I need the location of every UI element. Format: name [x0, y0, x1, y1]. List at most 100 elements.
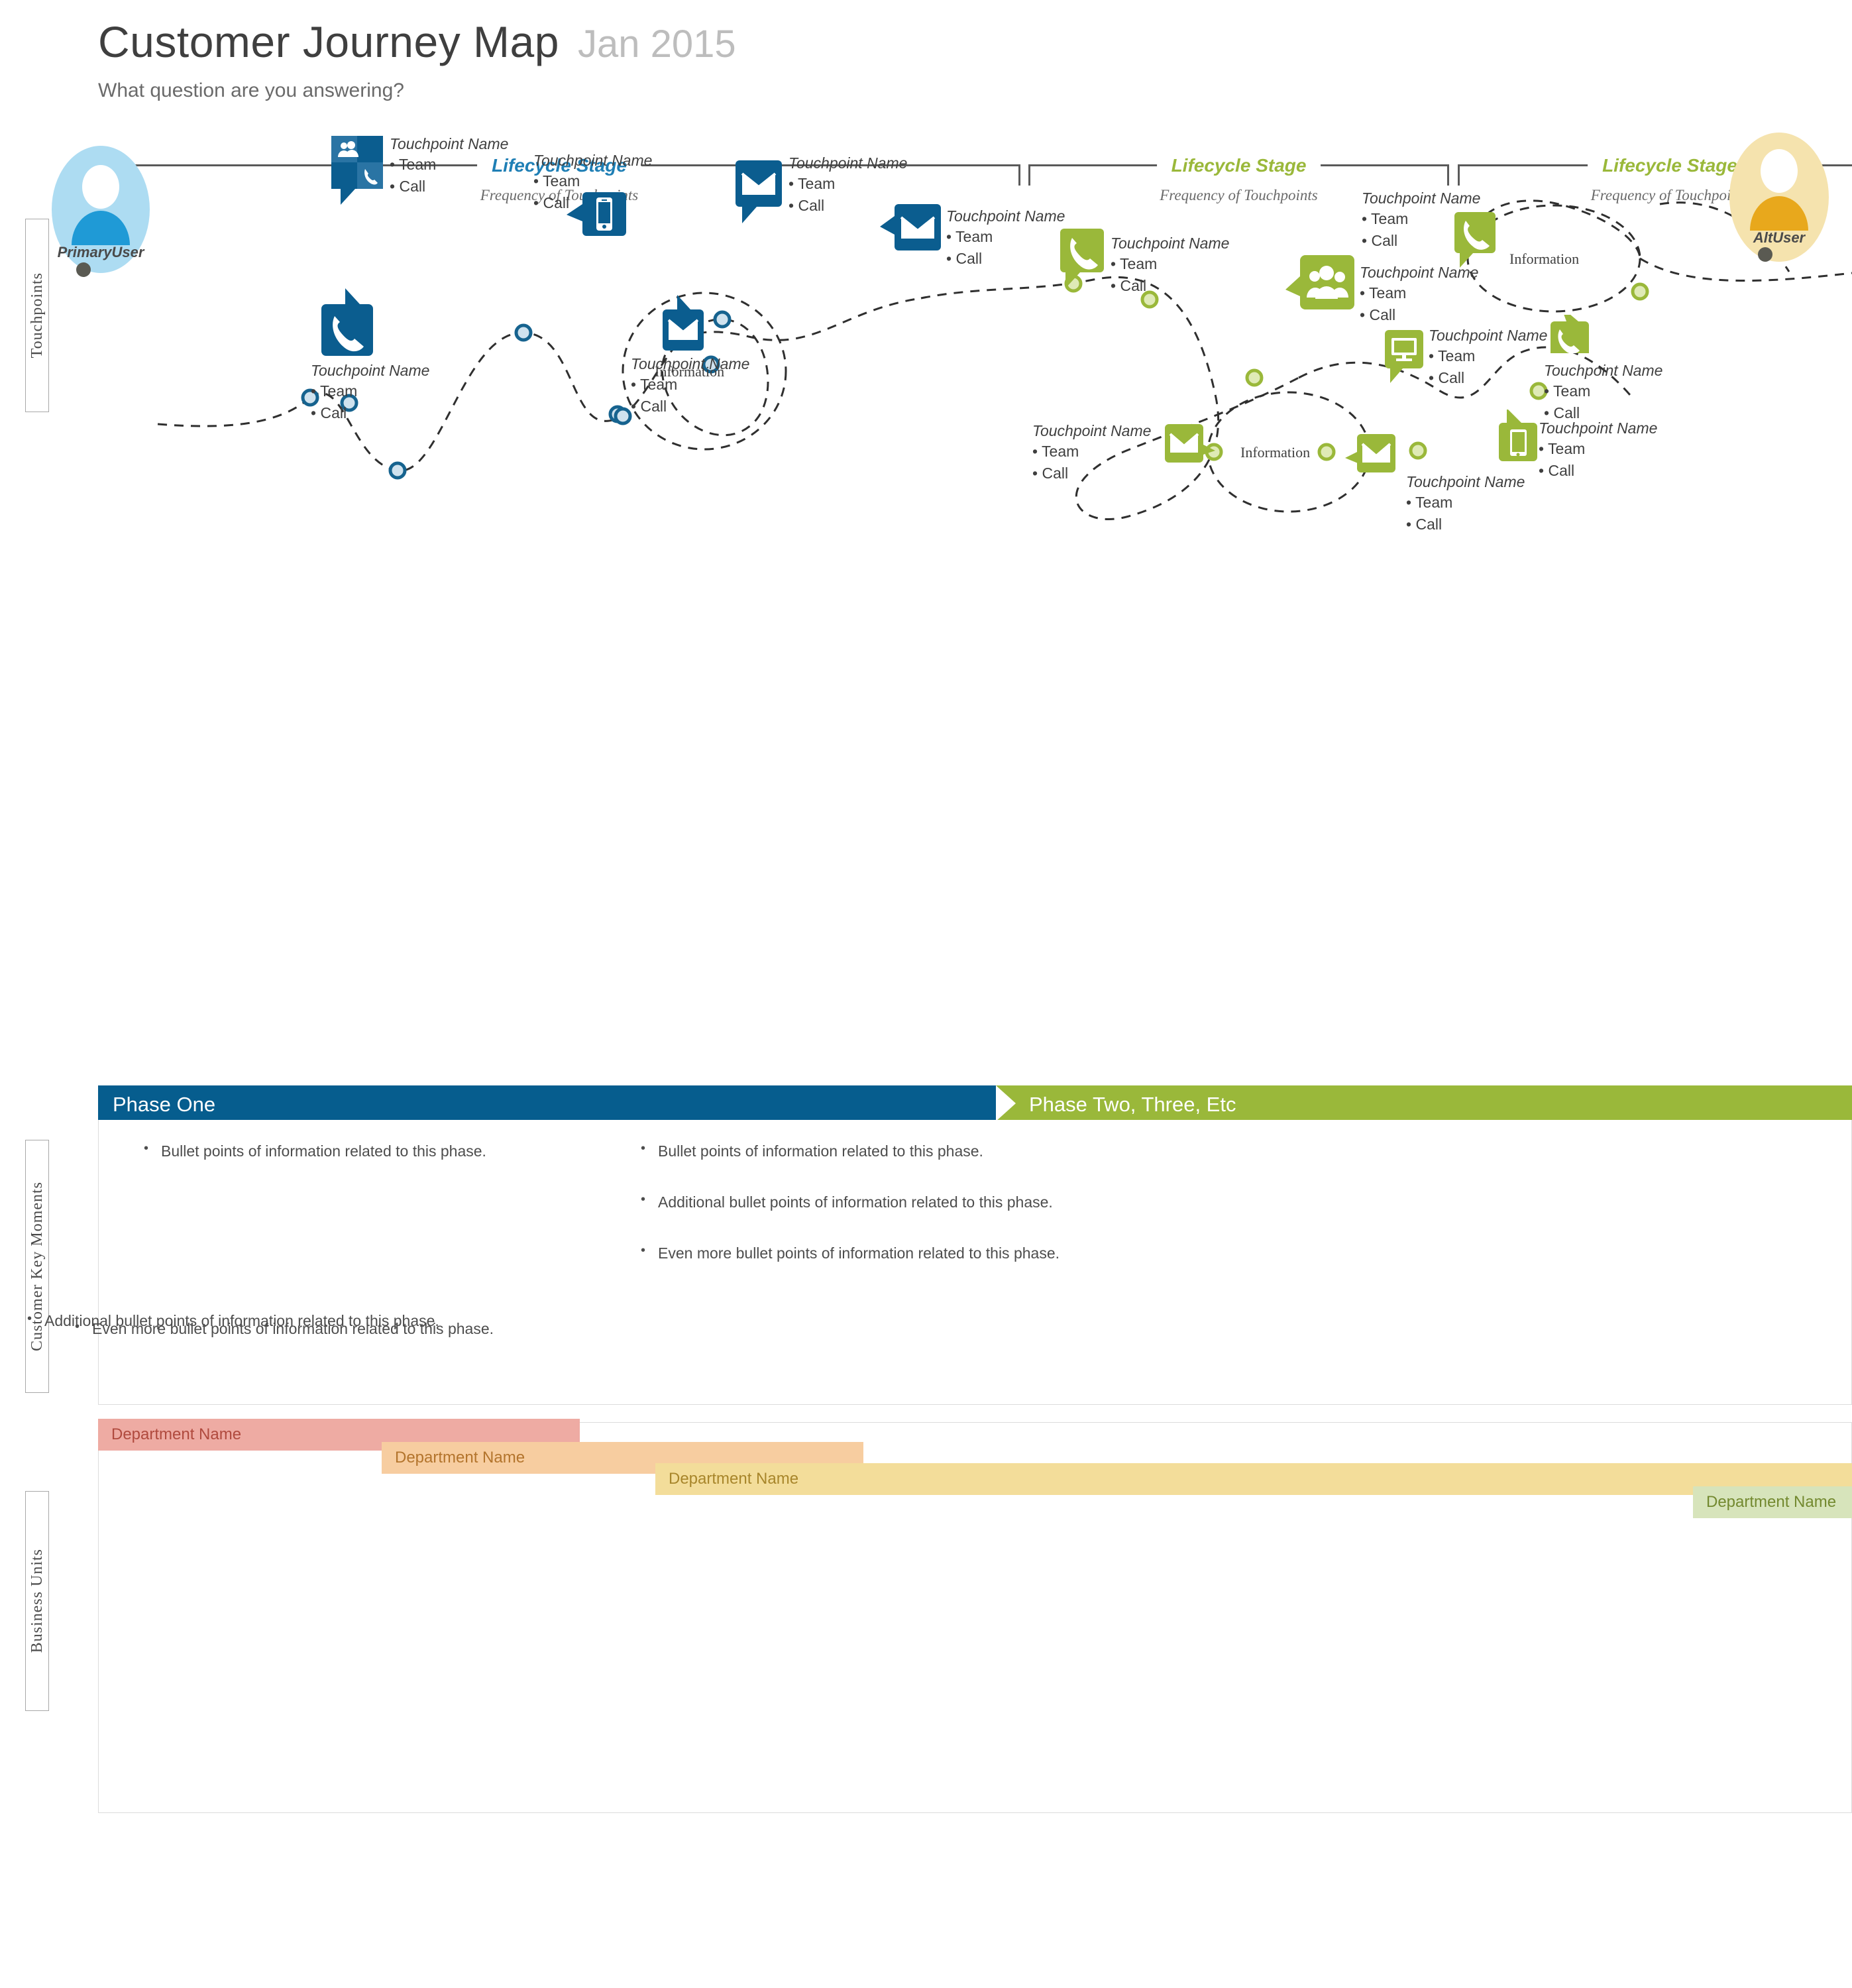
touchpoint-item: • Team — [1539, 439, 1586, 457]
phase-two-label: Phase Two, Three, Etc — [1029, 1093, 1236, 1116]
phase-two-bullets: Bullet points of information related to … — [635, 1141, 1060, 1296]
page-subtitle: What question are you answering? — [98, 80, 404, 101]
phase-header-bar: Phase One Phase Two, Three, Etc — [98, 1085, 1852, 1121]
bullet-item: Bullet points of information related to … — [635, 1141, 1060, 1160]
stage-tick-left — [1458, 164, 1460, 186]
persona-name: PrimaryUser — [57, 244, 144, 260]
page-header: Customer Journey Map Jan 2015 What quest… — [98, 20, 736, 102]
envelope-icon — [735, 160, 782, 223]
department-name: Department Name — [1706, 1493, 1837, 1511]
rail-key-moments: Customer Key Moments — [25, 1140, 49, 1393]
department-bar-3[interactable]: Department Name — [655, 1463, 1852, 1495]
touchpoint-item: • Team — [789, 174, 836, 192]
touchpoint-11[interactable]: Touchpoint Name • Team • Call — [1537, 315, 1662, 421]
bullet-item: Even more bullet points of information r… — [635, 1243, 1060, 1262]
customer-key-moments-panel: Bullet points of information related to … — [27, 1120, 1852, 1405]
phone-icon — [1537, 315, 1589, 353]
touchpoint-item: • Team — [311, 382, 358, 400]
bullet-item: Bullet points of information related to … — [138, 1141, 486, 1160]
touchpoint-1[interactable]: Touchpoint Name • Team • Call — [331, 135, 508, 205]
touchpoint-item: • Call — [533, 194, 570, 212]
phone-icon — [1060, 229, 1104, 288]
touchpoint-name: Touchpoint Name — [946, 207, 1065, 225]
touchpoint-label: Touchpoint Name • Team • Call — [1406, 472, 1525, 535]
touchpoint-label: Touchpoint Name • Team • Call — [1429, 326, 1547, 389]
journey-canvas: PrimaryUser AltUser Information Informat… — [0, 133, 1852, 1027]
department-name: Department Name — [669, 1470, 799, 1488]
rail-business-units-label: Business Units — [28, 1549, 46, 1653]
touchpoint-label: Touchpoint Name • Team • Call — [1032, 421, 1151, 484]
page-date: Jan 2015 — [577, 23, 736, 66]
stage-tick-right — [1447, 164, 1449, 186]
touchpoint-9[interactable]: Touchpoint Name • Team • Call — [1362, 190, 1496, 268]
touchpoint-8[interactable]: Touchpoint Name • Team • Call — [1285, 255, 1478, 323]
touchpoint-item: • Call — [1111, 277, 1147, 295]
touchpoint-5[interactable]: Touchpoint Name • Team • Call — [311, 288, 429, 421]
touchpoint-label: Touchpoint Name • Team • Call — [1544, 361, 1662, 424]
touchpoint-item: • Team — [1362, 209, 1409, 227]
touchpoint-3[interactable]: Touchpoint Name • Team • Call — [735, 154, 907, 223]
touchpoint-item: • Call — [1539, 462, 1575, 480]
touchpoint-14[interactable]: Touchpoint Name • Team • Call — [1345, 434, 1525, 533]
touchpoint-12[interactable]: Touchpoint Name • Team • Call — [1499, 410, 1657, 479]
touchpoint-label: Touchpoint Name • Team • Call — [1111, 234, 1229, 297]
department-name: Department Name — [395, 1449, 525, 1466]
phase-one-header[interactable]: Phase One — [98, 1085, 996, 1121]
touchpoint-name: Touchpoint Name — [631, 355, 750, 372]
touchpoint-item: • Team — [533, 172, 580, 190]
lifecycle-stage-label: Lifecycle Stage — [1156, 155, 1321, 176]
touchpoint-name: Touchpoint Name — [390, 135, 509, 152]
phase-two-header[interactable]: Phase Two, Three, Etc — [996, 1085, 1852, 1121]
touchpoint-2[interactable]: Touchpoint Name • Team • Call — [533, 152, 652, 236]
envelope-icon — [663, 295, 704, 351]
stage-tick-left — [1028, 164, 1030, 186]
touchpoint-4[interactable]: Touchpoint Name • Team • Call — [880, 204, 1065, 267]
touchpoint-name: Touchpoint Name — [789, 154, 908, 172]
touchpoint-7[interactable]: Touchpoint Name • Team • Call — [1060, 229, 1229, 294]
touchpoint-item: • Team — [1406, 493, 1453, 511]
touchpoint-label: Touchpoint Name • Team • Call — [1362, 189, 1480, 252]
touchpoint-item: • Team — [946, 227, 993, 245]
department-bar-4[interactable]: Department Name — [1693, 1486, 1852, 1518]
touchpoint-item: • Team — [631, 375, 678, 393]
touchpoint-label: Touchpoint Name • Team • Call — [390, 135, 508, 197]
touchpoint-label: Touchpoint Name • Team • Call — [1539, 419, 1657, 482]
touchpoint-item: • Call — [1406, 516, 1443, 533]
phase-one-bullets: Bullet points of information related to … — [138, 1141, 486, 1193]
touchpoint-6[interactable]: Touchpoint Name • Team • Call — [631, 295, 749, 415]
business-units-panel: Department Name Department Name Departme… — [98, 1419, 1852, 1813]
touchpoint-item: • Team — [390, 155, 437, 173]
touchpoint-name: Touchpoint Name — [533, 152, 653, 169]
touchpoint-item: • Call — [1362, 232, 1398, 250]
touchpoint-item: • Call — [946, 250, 983, 268]
persona-anchor-dot — [1758, 247, 1772, 262]
touchpoint-item: • Team — [1429, 347, 1476, 364]
touchpoint-name: Touchpoint Name — [1406, 473, 1525, 490]
touchpoint-item: • Call — [1032, 465, 1069, 482]
bullet-item: Even more bullet points of information r… — [75, 1319, 494, 1338]
page-title: Customer Journey Map — [98, 17, 559, 66]
touchpoint-item: • Team — [1032, 442, 1079, 460]
touchpoint-name: Touchpoint Name — [311, 362, 430, 379]
touchpoint-name: Touchpoint Name — [1111, 235, 1230, 252]
persona-anchor-dot — [76, 262, 91, 277]
persona-primary-user[interactable]: PrimaryUser — [52, 146, 150, 277]
touchpoint-item: • Team — [1360, 284, 1407, 302]
touchpoint-label: Touchpoint Name • Team • Call — [631, 355, 749, 417]
touchpoint-label: Touchpoint Name • Team • Call — [1360, 263, 1478, 326]
touchpoint-13[interactable]: Touchpoint Name • Team • Call — [1032, 422, 1215, 482]
lifecycle-stage-label: Lifecycle Stage — [1588, 155, 1752, 176]
envelope-icon — [1345, 434, 1395, 472]
touchpoint-name: Touchpoint Name — [1032, 422, 1152, 439]
phone-icon — [321, 288, 373, 356]
team-call-icon — [331, 136, 383, 205]
stage-tick-right — [1018, 164, 1020, 186]
touchpoint-name: Touchpoint Name — [1544, 362, 1663, 379]
envelope-icon — [880, 204, 941, 250]
touchpoint-10[interactable]: Touchpoint Name • Team • Call — [1385, 327, 1547, 386]
touchpoint-name: Touchpoint Name — [1429, 327, 1548, 344]
persona-alt-user[interactable]: AltUser — [1729, 133, 1829, 262]
information-loop-label-3: Information — [1509, 250, 1580, 267]
touchpoint-name: Touchpoint Name — [1539, 419, 1658, 437]
information-loop-label-2: Information — [1240, 444, 1311, 461]
